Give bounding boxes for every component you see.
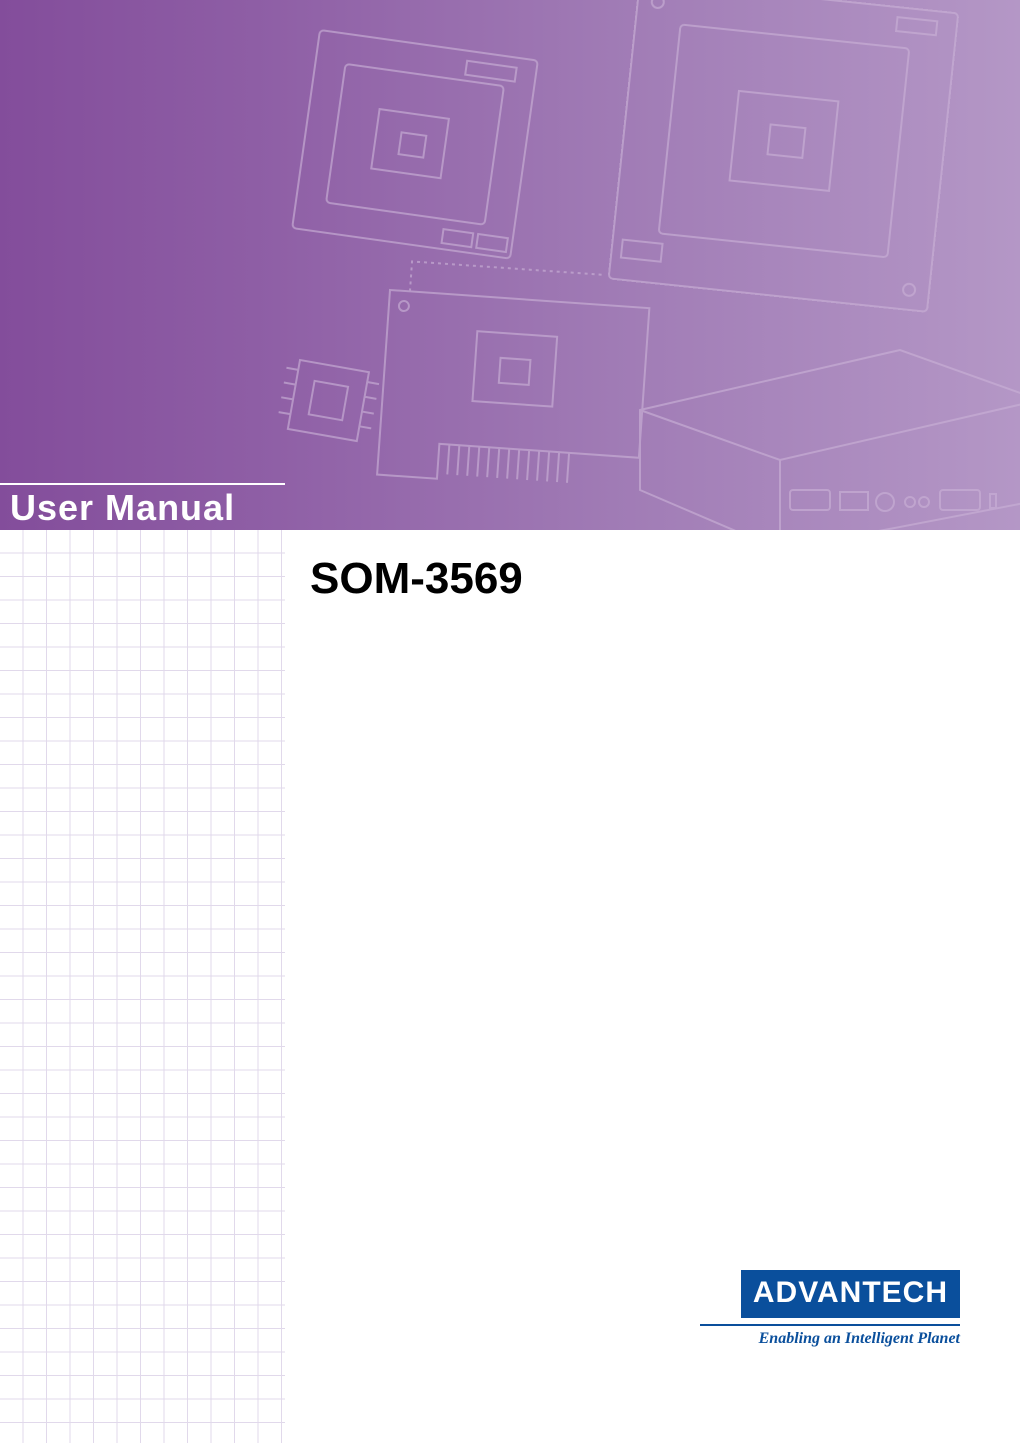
brand-logo: ADVANTECH (741, 1270, 960, 1318)
section-label-bar: User Manual (0, 483, 285, 530)
cover-page: User Manual SOM-3569 ADVANTECH Enabling … (0, 0, 1020, 1443)
product-title: SOM-3569 (310, 554, 523, 604)
brand-block: ADVANTECH Enabling an Intelligent Planet (700, 1270, 960, 1348)
hero-lineart (0, 0, 1020, 530)
brand-tagline: Enabling an Intelligent Planet (700, 1330, 960, 1348)
brand-divider (700, 1324, 960, 1326)
grid-background (0, 530, 285, 1443)
brand-name: ADVANTECH (753, 1276, 948, 1309)
hero-banner: User Manual (0, 0, 1020, 530)
section-label: User Manual (10, 487, 235, 529)
